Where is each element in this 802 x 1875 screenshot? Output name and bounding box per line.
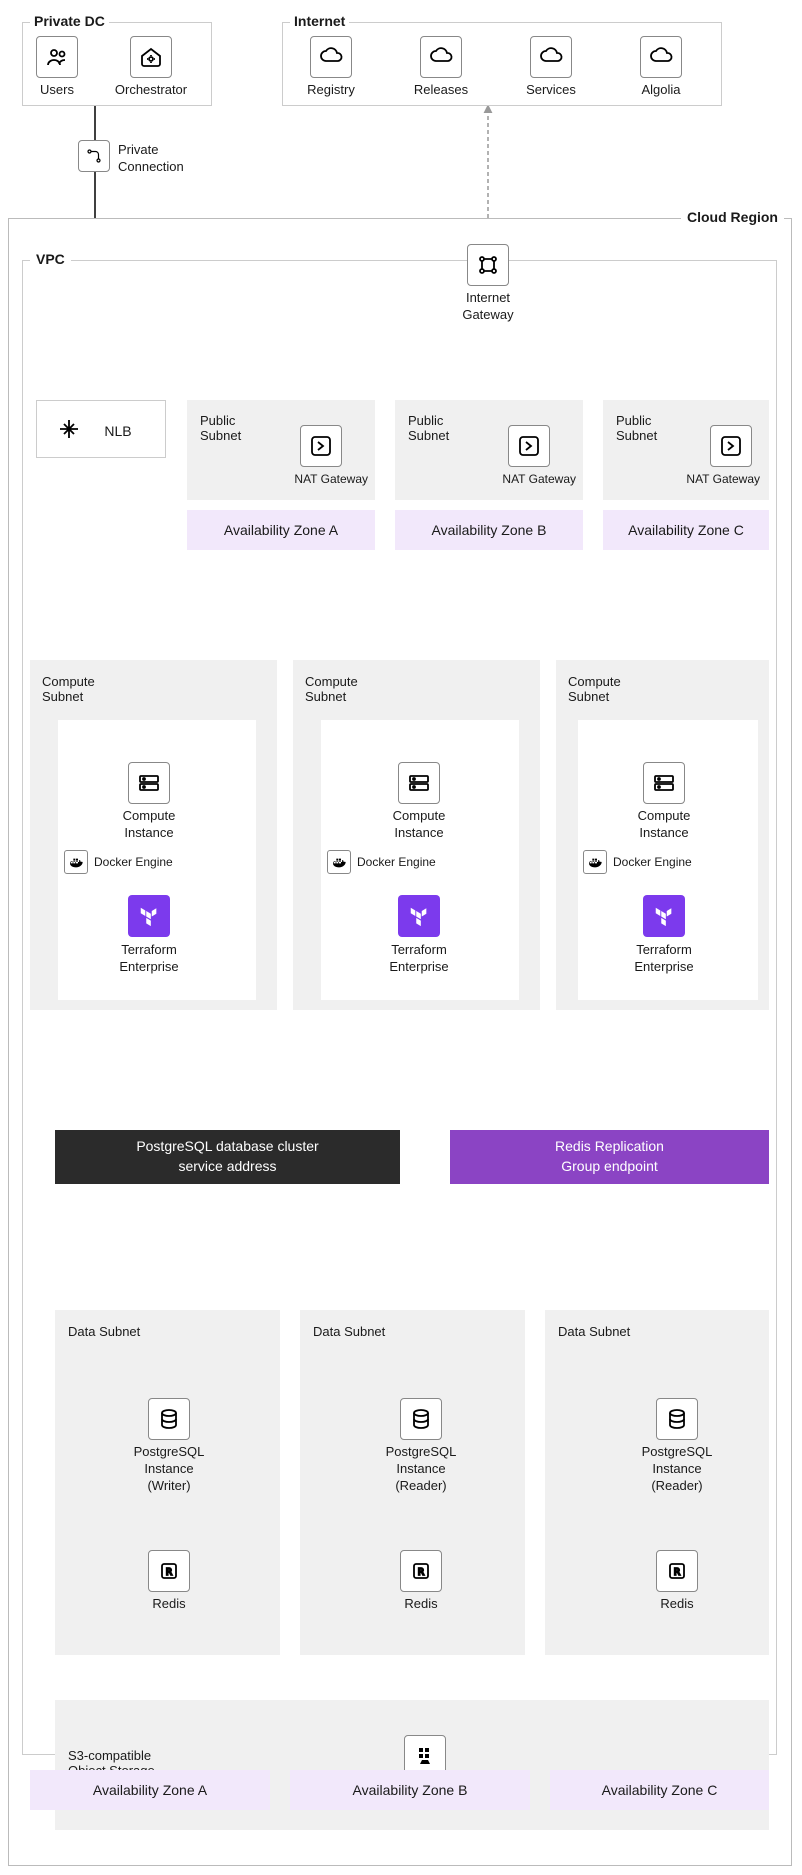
- nlb-icon: [48, 408, 90, 450]
- compute-subnet-a-title: Compute Subnet: [42, 674, 95, 704]
- docker-label-b: Docker Engine: [357, 855, 436, 869]
- docker-label-c: Docker Engine: [613, 855, 692, 869]
- az-a-top: Availability Zone A: [187, 510, 375, 550]
- tf-box-b: [398, 895, 440, 937]
- compute-instance-b-icon: [398, 762, 440, 804]
- internet-title: Internet: [290, 13, 349, 29]
- nat-gateway-b-icon: [508, 425, 550, 467]
- compute-instance-b-label: Compute Instance: [378, 808, 460, 842]
- redis-c-icon: R: [656, 1550, 698, 1592]
- public-subnet-b-title: Public Subnet: [408, 413, 449, 443]
- users-icon: [36, 36, 78, 78]
- compute-subnet-c-title: Compute Subnet: [568, 674, 621, 704]
- pg-banner-l2: service address: [178, 1157, 276, 1177]
- algolia-icon: [640, 36, 682, 78]
- registry-label: Registry: [294, 82, 368, 99]
- algolia-label: Algolia: [624, 82, 698, 99]
- pg-a-icon: [148, 1398, 190, 1440]
- az-b-bottom: Availability Zone B: [290, 1770, 530, 1810]
- redis-banner: Redis Replication Group endpoint: [450, 1130, 769, 1184]
- az-c-bottom: Availability Zone C: [550, 1770, 769, 1810]
- redis-a-icon: R: [148, 1550, 190, 1592]
- redis-b-icon: R: [400, 1550, 442, 1592]
- users-label: Users: [30, 82, 84, 99]
- redis-a-label: Redis: [138, 1596, 200, 1613]
- docker-icon-b: [327, 850, 351, 874]
- orchestrator-label: Orchestrator: [112, 82, 190, 99]
- tfe-label-b: Terraform Enterprise: [378, 942, 460, 976]
- vpc-title: VPC: [30, 251, 71, 267]
- releases-icon: [420, 36, 462, 78]
- nat-gateway-b-label: NAT Gateway: [466, 472, 576, 488]
- registry-icon: [310, 36, 352, 78]
- compute-instance-a-icon: [128, 762, 170, 804]
- az-a-bottom: Availability Zone A: [30, 1770, 270, 1810]
- compute-subnet-b-title: Compute Subnet: [305, 674, 358, 704]
- redis-c-label: Redis: [646, 1596, 708, 1613]
- docker-label-a: Docker Engine: [94, 855, 173, 869]
- private-connection-label: Private Connection: [118, 142, 208, 176]
- services-label: Services: [514, 82, 588, 99]
- services-icon: [530, 36, 572, 78]
- pg-a-label: PostgreSQL Instance (Writer): [122, 1444, 216, 1495]
- public-subnet-a-title: Public Subnet: [200, 413, 241, 443]
- nat-gateway-a-label: NAT Gateway: [258, 472, 368, 488]
- nat-gateway-c-label: NAT Gateway: [650, 472, 760, 488]
- pg-c-icon: [656, 1398, 698, 1440]
- internet-gateway-icon: [467, 244, 509, 286]
- private-dc-title: Private DC: [30, 13, 109, 29]
- compute-instance-a-label: Compute Instance: [108, 808, 190, 842]
- tfe-label-c: Terraform Enterprise: [623, 942, 705, 976]
- releases-label: Releases: [404, 82, 478, 99]
- compute-instance-c-label: Compute Instance: [623, 808, 705, 842]
- pg-b-label: PostgreSQL Instance (Reader): [374, 1444, 468, 1495]
- az-b-top: Availability Zone B: [395, 510, 583, 550]
- private-connection-icon: [78, 140, 110, 172]
- cloud-region-title: Cloud Region: [681, 209, 784, 225]
- az-c-top: Availability Zone C: [603, 510, 769, 550]
- orchestrator-icon: [130, 36, 172, 78]
- pg-c-label: PostgreSQL Instance (Reader): [630, 1444, 724, 1495]
- tf-box-c: [643, 895, 685, 937]
- redis-banner-l2: Group endpoint: [561, 1157, 658, 1177]
- redis-banner-l1: Redis Replication: [555, 1137, 664, 1157]
- data-subnet-b-title: Data Subnet: [313, 1324, 385, 1339]
- tfe-label-a: Terraform Enterprise: [108, 942, 190, 976]
- public-subnet-c-title: Public Subnet: [616, 413, 657, 443]
- pg-banner: PostgreSQL database cluster service addr…: [55, 1130, 400, 1184]
- docker-icon-c: [583, 850, 607, 874]
- internet-gateway-label: Internet Gateway: [450, 290, 526, 324]
- data-subnet-a-title: Data Subnet: [68, 1324, 140, 1339]
- pg-b-icon: [400, 1398, 442, 1440]
- svg-text:R: R: [418, 1567, 425, 1578]
- pg-banner-l1: PostgreSQL database cluster: [136, 1137, 318, 1157]
- svg-text:R: R: [674, 1567, 681, 1578]
- compute-instance-c-icon: [643, 762, 685, 804]
- nat-gateway-a-icon: [300, 425, 342, 467]
- redis-b-label: Redis: [390, 1596, 452, 1613]
- nat-gateway-c-icon: [710, 425, 752, 467]
- docker-icon-a: [64, 850, 88, 874]
- svg-text:R: R: [166, 1567, 173, 1578]
- nlb-label: NLB: [98, 422, 138, 440]
- tf-box-a: [128, 895, 170, 937]
- data-subnet-c-title: Data Subnet: [558, 1324, 630, 1339]
